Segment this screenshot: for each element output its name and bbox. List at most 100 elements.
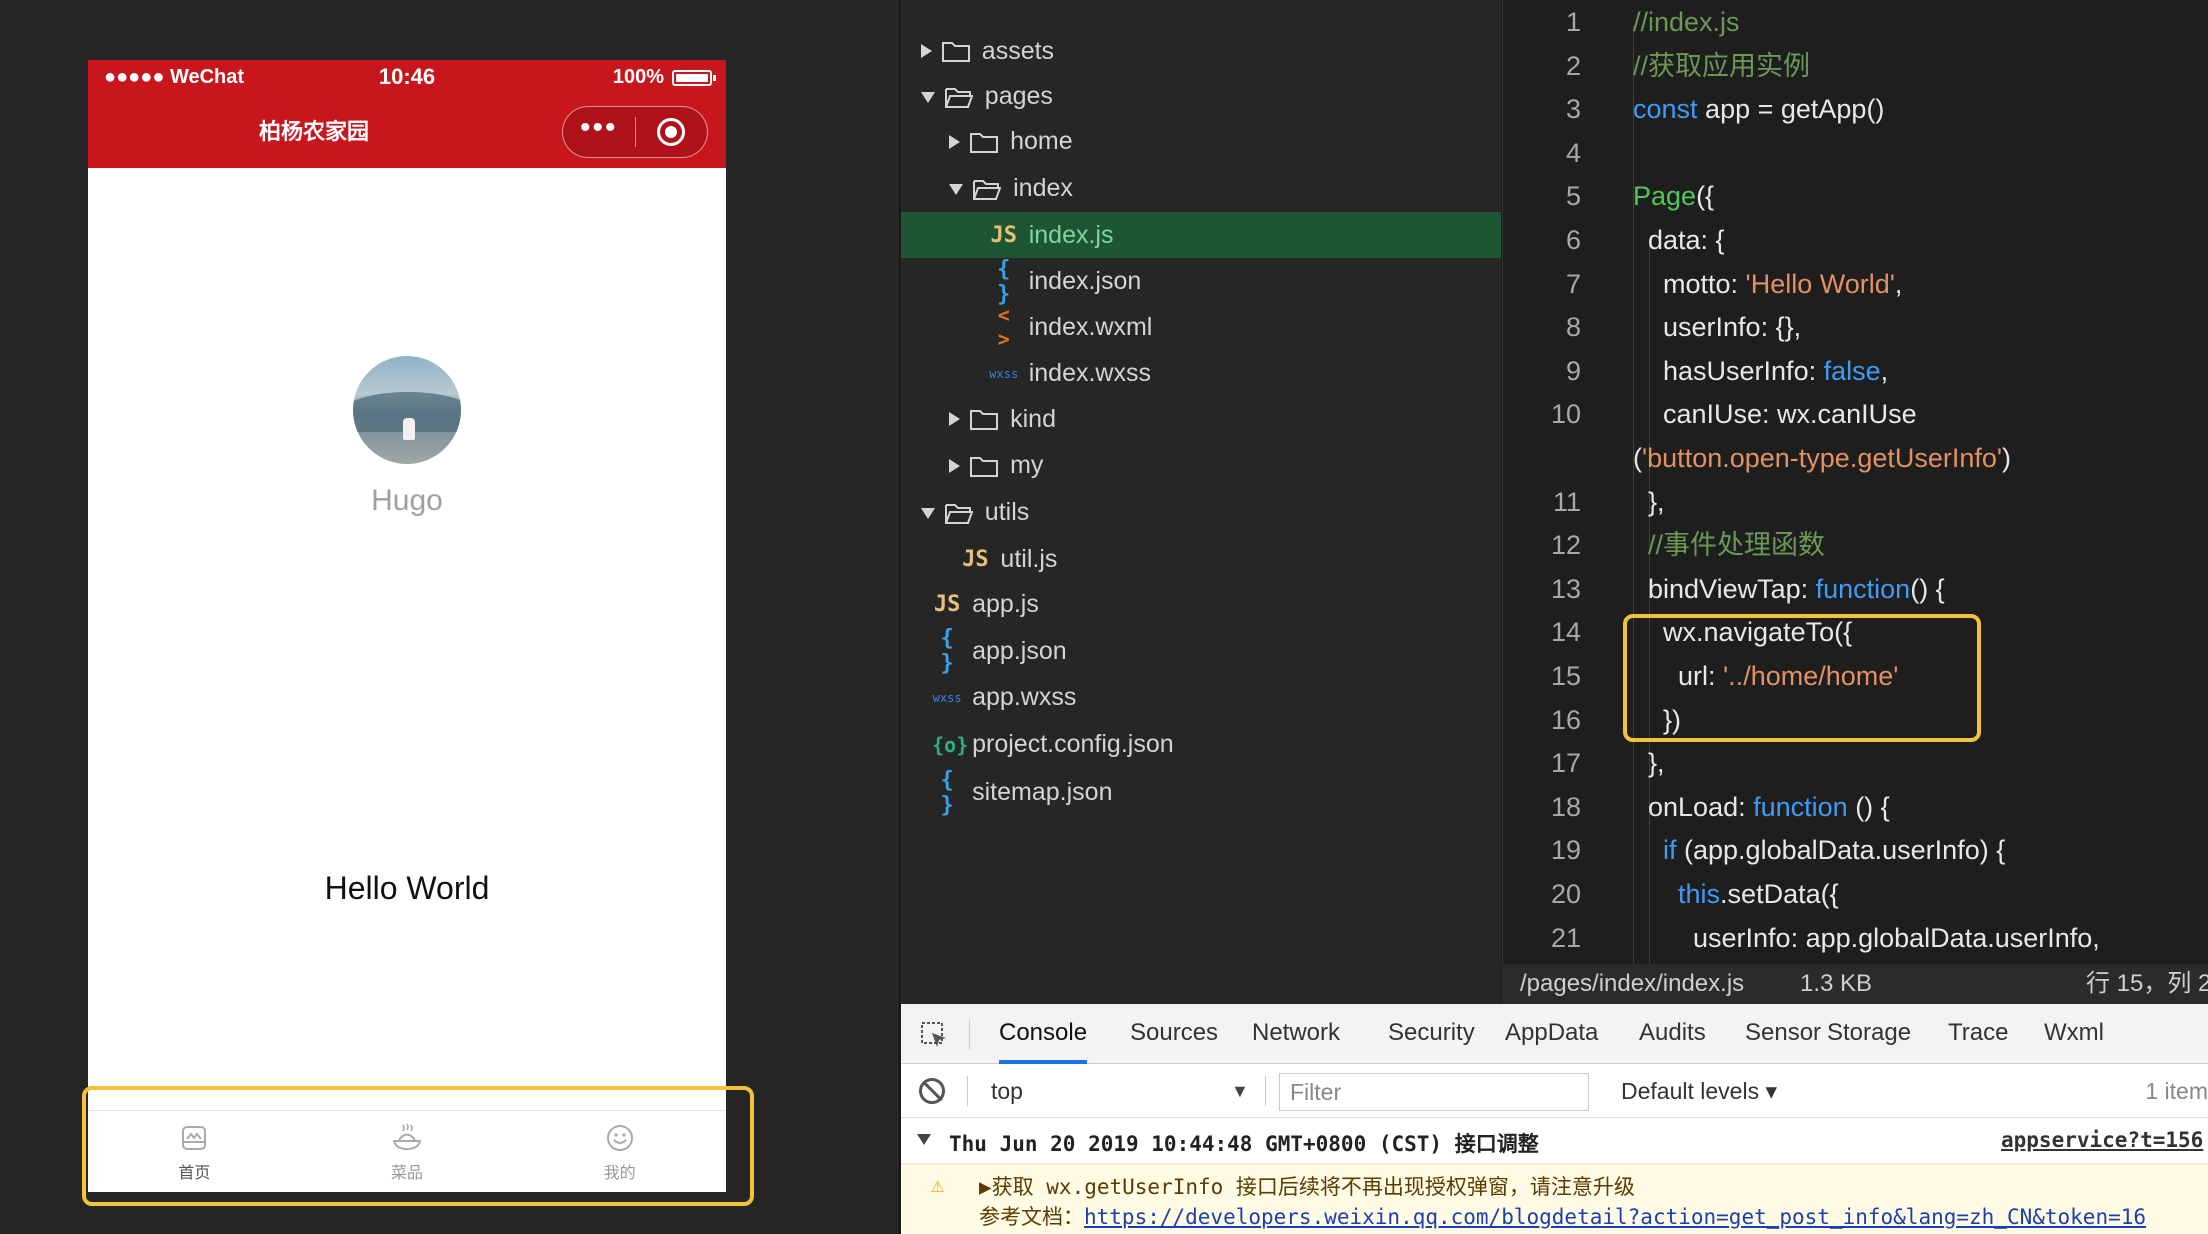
code-line[interactable]: 18 onLoad: function () { — [1503, 785, 2208, 829]
tree-item-assets[interactable]: assets — [901, 28, 1501, 74]
line-number: 11 — [1552, 486, 1581, 517]
filter-input[interactable]: Filter — [1279, 1073, 1589, 1111]
tree-item-label: index — [1013, 174, 1073, 203]
line-number: 6 — [1565, 225, 1581, 255]
tree-item-label: pages — [984, 82, 1053, 111]
user-nickname: Hugo — [371, 484, 443, 517]
tree-item-index-json[interactable]: { } index.json — [901, 257, 1501, 307]
line-number: 19 — [1550, 835, 1581, 866]
code-line[interactable]: 2 //获取应用实例 — [1503, 44, 2208, 88]
caret-right-icon[interactable] — [949, 412, 961, 427]
code-line[interactable]: 3 const app = getApp() — [1503, 87, 2208, 131]
code-line[interactable]: 14 wx.navigateTo({ — [1503, 610, 2208, 654]
close-miniprogram-button[interactable] — [636, 118, 708, 146]
code-line[interactable]: 17 }, — [1503, 741, 2208, 785]
line-number: 14 — [1550, 617, 1581, 648]
tree-item-app-wxss[interactable]: wxss app.wxss — [901, 675, 1501, 721]
code-line[interactable]: ('button.open-type.getUserInfo') — [1503, 436, 2208, 480]
tree-item-label: app.js — [972, 590, 1039, 619]
tree-item-label: app.wxss — [972, 683, 1077, 712]
inspect-element-icon[interactable] — [919, 1020, 949, 1050]
line-number: 17 — [1550, 748, 1581, 779]
editor-status-bar: /pages/index/index.js 1.3 KB 行 15，列 2 — [1502, 964, 2208, 1004]
tab-security[interactable]: Security — [1388, 1004, 1475, 1064]
code-line[interactable]: 12 //事件处理函数 — [1503, 523, 2208, 567]
code-line[interactable]: 7 motto: 'Hello World', — [1503, 262, 2208, 306]
tree-item-util-js[interactable]: JS util.js — [901, 536, 1501, 582]
tab-wxml[interactable]: Wxml — [2044, 1004, 2104, 1064]
code-line[interactable]: 20 this.setData({ — [1503, 872, 2208, 916]
tab-audits[interactable]: Audits — [1639, 1004, 1706, 1064]
tree-item-project-config-json[interactable]: {o} project.config.json — [901, 722, 1501, 768]
caret-right-icon[interactable] — [949, 134, 961, 149]
warning-message[interactable]: ▶获取 wx.getUserInfo 接口后续将不再出现授权弹窗，请注意升级 — [979, 1171, 1635, 1201]
code-line[interactable]: 15 url: '../home/home' — [1503, 654, 2208, 698]
code-line[interactable]: 11 }, — [1503, 480, 2208, 524]
code-line[interactable]: 10 canIUse: wx.canIUse — [1503, 392, 2208, 436]
tab-sensor[interactable]: Sensor — [1745, 1004, 1821, 1064]
avatar[interactable] — [353, 356, 461, 464]
caret-right-icon[interactable] — [949, 458, 961, 473]
item-count: 1 item — [2145, 1078, 2208, 1104]
console-toolbar: top ▼ Filter Default levels ▾ 1 item — [901, 1064, 2208, 1118]
log-message: Thu Jun 20 2019 10:44:48 GMT+0800 (CST) … — [949, 1132, 1539, 1156]
tab-console[interactable]: Console — [999, 1004, 1088, 1064]
tree-item-label: index.json — [1028, 267, 1142, 296]
devtools-panel: Console Sources Network Security AppData Audi… — [901, 1004, 2208, 1234]
caret-down-icon[interactable] — [949, 184, 964, 196]
caret-down-icon[interactable] — [920, 92, 935, 104]
context-select[interactable]: top — [991, 1074, 1151, 1108]
tree-item-index[interactable]: index — [901, 166, 1501, 212]
tab-network[interactable]: Network — [1252, 1004, 1340, 1064]
log-source-link[interactable]: appservice?t=156 — [2001, 1128, 2203, 1152]
tab-trace[interactable]: Trace — [1948, 1004, 2008, 1064]
caret-right-icon[interactable] — [920, 44, 932, 59]
tree-item-kind[interactable]: kind — [901, 396, 1501, 442]
tree-item-home[interactable]: home — [901, 119, 1501, 165]
code-line[interactable]: 16 }) — [1503, 698, 2208, 742]
code-editor[interactable]: 1 //index.js 2 //获取应用实例 3 const app = getApp(… — [1502, 0, 2208, 964]
js-file-icon: JS — [933, 592, 961, 618]
more-icon[interactable]: ••• — [563, 113, 635, 143]
tree-item-index-wxml[interactable]: < > index.wxml — [901, 303, 1501, 351]
tree-item-app-js[interactable]: JS app.js — [901, 582, 1501, 628]
line-number: 2 — [1565, 50, 1581, 81]
tree-item-sitemap-json[interactable]: { } sitemap.json — [901, 768, 1501, 818]
chevron-down-icon[interactable]: ▼ — [1231, 1074, 1249, 1108]
code-text: url: '../home/home' — [1633, 661, 1899, 691]
tab-sources[interactable]: Sources — [1130, 1004, 1218, 1064]
tree-item-utils[interactable]: utils — [901, 490, 1501, 536]
code-line[interactable]: 9 hasUserInfo: false, — [1503, 349, 2208, 393]
tree-item-label: assets — [981, 36, 1055, 65]
tree-item-pages[interactable]: pages — [901, 74, 1501, 120]
expand-caret-icon[interactable] — [917, 1134, 931, 1145]
tree-item-label: sitemap.json — [972, 778, 1113, 807]
caret-down-icon[interactable] — [920, 508, 935, 520]
file-explorer: assets pages home index JS index.js { } index.j… — [901, 0, 1501, 1004]
doc-link[interactable]: https://developers.weixin.qq.com/blogdet… — [1084, 1205, 2146, 1229]
code-line[interactable]: 4 — [1503, 131, 2208, 175]
tab-appdata[interactable]: AppData — [1505, 1004, 1598, 1064]
code-text: ('button.open-type.getUserInfo') — [1633, 443, 2012, 473]
line-number: 12 — [1550, 530, 1581, 561]
doc-prefix: 参考文档： — [979, 1205, 1084, 1229]
tree-item-label: util.js — [1000, 544, 1058, 573]
tree-item-app-json[interactable]: { } app.json — [901, 626, 1501, 676]
log-levels-select[interactable]: Default levels ▾ — [1621, 1074, 1777, 1108]
code-line[interactable]: 19 if (app.globalData.userInfo) { — [1503, 828, 2208, 872]
code-line[interactable]: 1 //index.js — [1503, 0, 2208, 44]
code-line[interactable]: 5 Page({ — [1503, 174, 2208, 218]
code-line[interactable]: 21 userInfo: app.globalData.userInfo, — [1503, 916, 2208, 960]
clear-console-icon[interactable] — [919, 1078, 945, 1104]
code-text: }) — [1633, 704, 1682, 735]
tree-item-my[interactable]: my — [901, 443, 1501, 489]
code-line[interactable]: 13 bindViewTap: function() { — [1503, 567, 2208, 611]
tab-storage[interactable]: Storage — [1827, 1004, 1911, 1064]
tree-item-index-js[interactable]: JS index.js — [901, 212, 1501, 259]
console-log-row[interactable]: Thu Jun 20 2019 10:44:48 GMT+0800 (CST) … — [901, 1118, 2208, 1164]
folder-icon — [970, 455, 1010, 477]
code-line[interactable]: 8 userInfo: {}, — [1503, 305, 2208, 349]
phone-screen: ●●●●● WeChat 10:46 100% 柏杨农家园 ••• Hugo H… — [88, 60, 726, 1192]
tree-item-index-wxss[interactable]: wxss index.wxss — [901, 351, 1501, 397]
code-line[interactable]: 6 data: { — [1503, 218, 2208, 262]
